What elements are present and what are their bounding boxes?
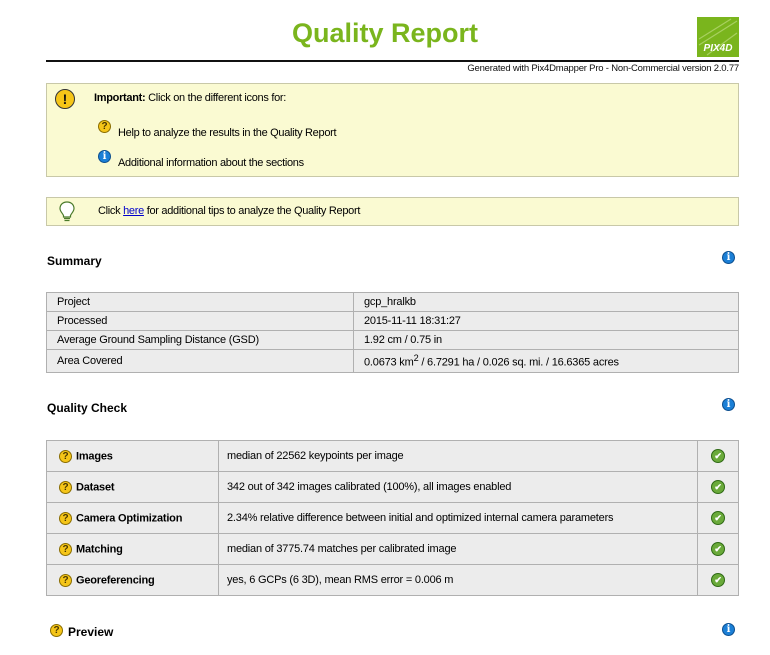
check-ok-icon: ✔ — [711, 449, 725, 463]
summary-label: Area Covered — [46, 349, 354, 373]
tips-link[interactable]: here — [123, 205, 144, 217]
check-ok-icon: ✔ — [711, 480, 725, 494]
quality-item-value: median of 22562 keypoints per image — [218, 440, 698, 472]
summary-info-icon[interactable]: i — [722, 251, 735, 264]
summary-label: Project — [46, 292, 354, 312]
important-text: Important: Click on the different icons … — [94, 92, 286, 104]
quality-item-name: Dataset — [76, 480, 115, 493]
summary-value: 2015-11-11 18:31:27 — [353, 311, 739, 331]
quality-row: ? Camera Optimization 2.34% relative diff… — [46, 502, 739, 534]
quality-item-value: 342 out of 342 images calibrated (100%),… — [218, 471, 698, 503]
check-ok-icon: ✔ — [711, 573, 725, 587]
area-other-units: / 6.7291 ha / 0.026 sq. mi. / 16.6365 ac… — [418, 356, 619, 369]
info-icon-description: Additional information about the section… — [118, 157, 304, 169]
quality-check-heading: Quality Check — [47, 401, 128, 415]
lightbulb-icon — [59, 201, 75, 222]
preview-help-icon[interactable]: ? — [50, 624, 63, 637]
logo-text: PIX4D — [704, 43, 733, 54]
pix4d-logo: PIX4D — [697, 17, 739, 57]
preview-heading: Preview — [68, 625, 114, 639]
tip-text: Click here for additional tips to analyz… — [98, 205, 360, 217]
summary-value: 0.0673 km2 / 6.7291 ha / 0.026 sq. mi. /… — [353, 349, 739, 373]
quality-row: ? Georeferencing yes, 6 GCPs (6 3D), mean… — [46, 564, 739, 596]
check-ok-icon: ✔ — [711, 511, 725, 525]
quality-item-name: Georeferencing — [76, 573, 155, 586]
quality-item-name: Camera Optimization — [76, 511, 183, 524]
summary-value: gcp_hralkb — [353, 292, 739, 312]
summary-row: Project gcp_hralkb — [46, 292, 739, 312]
quality-check-info-icon[interactable]: i — [722, 398, 735, 411]
dataset-help-icon[interactable]: ? — [59, 480, 72, 494]
quality-item-name: Images — [76, 449, 113, 462]
preview-info-icon[interactable]: i — [722, 623, 735, 636]
generated-with-text: Generated with Pix4Dmapper Pro - Non-Com… — [467, 63, 739, 74]
check-ok-icon: ✔ — [711, 542, 725, 556]
report-title: Quality Report — [291, 18, 479, 48]
quality-item-name: Matching — [76, 542, 123, 555]
help-icon-description: Help to analyze the results in the Quali… — [118, 127, 337, 139]
quality-item-value: median of 3775.74 matches per calibrated… — [218, 533, 698, 565]
important-icon: ! — [55, 89, 75, 109]
summary-row: Area Covered 0.0673 km2 / 6.7291 ha / 0.… — [46, 349, 739, 373]
quality-check-table: ? Images median of 22562 keypoints per im… — [46, 440, 739, 596]
quality-item-value: 2.34% relative difference between initia… — [218, 502, 698, 534]
important-heading: Important: — [94, 92, 146, 104]
summary-value: 1.92 cm / 0.75 in — [353, 330, 739, 350]
summary-table: Project gcp_hralkb Processed 2015-11-11 … — [46, 292, 739, 373]
summary-row: Processed 2015-11-11 18:31:27 — [46, 311, 739, 331]
matching-help-icon[interactable]: ? — [59, 542, 72, 556]
camera-optimization-help-icon[interactable]: ? — [59, 511, 72, 525]
summary-heading: Summary — [47, 254, 102, 268]
quality-row: ? Matching median of 3775.74 matches per … — [46, 533, 739, 565]
quality-row: ? Images median of 22562 keypoints per im… — [46, 440, 739, 472]
important-description: Click on the different icons for: — [148, 92, 287, 104]
quality-row: ? Dataset 342 out of 342 images calibrate… — [46, 471, 739, 503]
info-icon[interactable]: i — [98, 150, 111, 163]
quality-item-value: yes, 6 GCPs (6 3D), mean RMS error = 0.0… — [218, 564, 698, 596]
header-rule — [46, 60, 739, 62]
tip-suffix: for additional tips to analyze the Quali… — [146, 205, 361, 217]
summary-label: Processed — [46, 311, 354, 331]
important-note-box: ! Important: Click on the different icon… — [46, 83, 739, 177]
summary-label: Average Ground Sampling Distance (GSD) — [46, 330, 354, 350]
area-km: 0.0673 km — [364, 356, 414, 369]
tip-prefix: Click — [98, 205, 121, 217]
georeferencing-help-icon[interactable]: ? — [59, 573, 72, 587]
summary-row: Average Ground Sampling Distance (GSD) 1… — [46, 330, 739, 350]
help-icon[interactable]: ? — [98, 120, 111, 133]
tip-note-box: Click here for additional tips to analyz… — [46, 197, 739, 226]
images-help-icon[interactable]: ? — [59, 449, 72, 463]
